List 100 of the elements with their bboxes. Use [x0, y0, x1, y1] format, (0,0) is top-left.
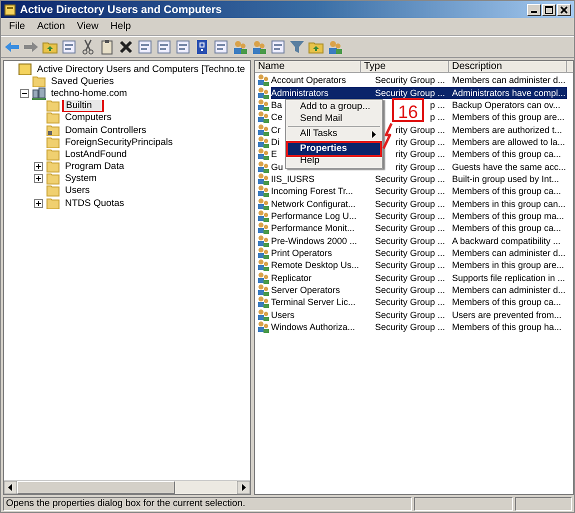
- tree-item[interactable]: LostAndFound: [62, 148, 130, 160]
- type-cell: Security Group ...: [374, 75, 445, 86]
- scroll-left-icon[interactable]: [4, 481, 17, 494]
- name-cell[interactable]: Network Configurat...: [271, 198, 356, 209]
- group-icon: [257, 296, 270, 308]
- tree-item[interactable]: Program Data: [62, 160, 128, 173]
- tree-item[interactable]: techno-home.com: [48, 87, 130, 100]
- name-cell[interactable]: Di: [271, 136, 280, 147]
- tree-item[interactable]: Users: [62, 184, 93, 198]
- name-cell[interactable]: Users: [271, 310, 295, 320]
- menu-item[interactable]: Help: [288, 155, 380, 167]
- expander-icon[interactable]: [34, 174, 43, 184]
- filter-icon[interactable]: [289, 39, 305, 55]
- tree-item[interactable]: ForeignSecurityPrincipals: [62, 136, 176, 148]
- document-icon[interactable]: [270, 39, 286, 55]
- tree-item[interactable]: Saved Queries: [48, 75, 117, 88]
- type-cell: Security Group ...: [374, 297, 445, 308]
- scroll-right-icon[interactable]: [237, 481, 250, 494]
- name-cell[interactable]: Performance Log U...: [271, 210, 357, 221]
- name-cell[interactable]: Incoming Forest Tr...: [271, 186, 354, 196]
- group-icon: [257, 111, 270, 124]
- menu-item[interactable]: Add to a group...: [288, 101, 380, 113]
- description-cell: Administrators have compl...: [449, 86, 567, 99]
- name-cell[interactable]: Performance Monit...: [271, 223, 355, 234]
- name-cell[interactable]: Terminal Server Lic...: [271, 297, 356, 308]
- menu-item[interactable]: All Tasks: [288, 128, 380, 140]
- name-cell[interactable]: Windows Authoriza...: [271, 322, 356, 332]
- group-icon: [257, 284, 270, 296]
- name-cell[interactable]: Account Operators: [271, 75, 346, 86]
- name-cell[interactable]: Server Operators: [271, 285, 340, 296]
- close-button[interactable]: [557, 4, 571, 16]
- type-cell: Security Group ...: [374, 223, 445, 234]
- group-icon: [257, 210, 270, 222]
- group-icon: [257, 136, 270, 148]
- menu-item[interactable]: View: [70, 21, 104, 32]
- type-cell: Security Group ...: [374, 236, 445, 246]
- maximize-icon: [545, 6, 553, 14]
- maximize-button[interactable]: [542, 4, 556, 16]
- app-icon: [4, 4, 16, 16]
- type-cell: rity Group ...: [395, 149, 445, 160]
- description-cell-text: Members are authorized t...: [451, 124, 564, 136]
- document-icon[interactable]: [137, 39, 153, 55]
- type-cell: rity Group ...: [395, 162, 445, 172]
- tree-item[interactable]: Domain Controllers: [62, 124, 150, 136]
- description-cell-text: Members in this group can...: [451, 198, 567, 210]
- column-header[interactable]: Description: [449, 61, 567, 73]
- expander-icon[interactable]: [34, 162, 43, 172]
- tree-item[interactable]: NTDS Quotas: [62, 197, 128, 210]
- column-header[interactable]: Name: [255, 61, 361, 73]
- console-icon: [18, 63, 32, 76]
- back-icon[interactable]: [4, 39, 20, 55]
- menu-item[interactable]: Action: [31, 21, 71, 32]
- tree-item[interactable]: System: [62, 172, 100, 185]
- name-cell[interactable]: IIS_IUSRS: [271, 174, 315, 184]
- folder-icon: [46, 148, 60, 160]
- group-icon: [257, 259, 270, 272]
- scroll-thumb[interactable]: [17, 481, 176, 494]
- name-cell[interactable]: E: [271, 149, 278, 160]
- name-cell[interactable]: Gu: [271, 162, 284, 172]
- forward-icon[interactable]: [23, 39, 39, 55]
- menu-item[interactable]: Help: [104, 21, 137, 32]
- group-icon: [257, 308, 270, 321]
- domain-icon: [32, 87, 46, 100]
- name-cell[interactable]: Remote Desktop Us...: [271, 260, 360, 270]
- description-cell-text: Members of this group ca...: [451, 185, 562, 198]
- name-cell[interactable]: Print Operators: [271, 248, 332, 258]
- description-cell-text: Guests have the same acc...: [451, 160, 567, 173]
- name-cell[interactable]: Cr: [271, 124, 280, 135]
- menu-item[interactable]: Send Mail: [288, 113, 380, 125]
- name-cell[interactable]: Ce: [271, 112, 283, 122]
- minimize-button[interactable]: [527, 4, 541, 16]
- tree-item[interactable]: Active Directory Users and Computers [Techno.te: [34, 63, 248, 76]
- expander-icon[interactable]: [20, 88, 29, 98]
- name-cell[interactable]: Pre-Windows 2000 ...: [271, 236, 358, 246]
- type-cell: Security Group ...: [374, 210, 445, 221]
- horizontal-scrollbar[interactable]: [4, 480, 250, 494]
- name-cell[interactable]: Ba: [271, 100, 282, 110]
- menu-item[interactable]: File: [3, 21, 32, 32]
- description-cell-text: Members of this group are...: [451, 111, 566, 124]
- type-cell: Security Group ...: [374, 310, 445, 320]
- group-icon: [257, 185, 270, 198]
- folder-icon: [46, 124, 60, 136]
- expander-icon[interactable]: [34, 198, 43, 208]
- description-cell-text: Members of this group ca...: [451, 148, 562, 160]
- tree-item[interactable]: Computers: [62, 112, 114, 124]
- scissors-icon[interactable]: [80, 39, 96, 55]
- tree-item[interactable]: Builtin: [62, 100, 104, 112]
- step-callout: 16: [392, 98, 424, 122]
- description-cell-text: Built-in group used by Int...: [451, 172, 560, 185]
- name-cell[interactable]: Replicator: [271, 272, 312, 283]
- description-cell-text: Members can administer d...: [451, 246, 567, 259]
- folder-icon: [46, 172, 60, 185]
- group-icon[interactable]: [327, 39, 343, 55]
- menu-item[interactable]: Properties: [288, 143, 380, 155]
- type-cell: Security Group ...: [374, 248, 445, 258]
- type-cell: rity Group ...: [395, 136, 445, 147]
- column-header[interactable]: Type: [361, 61, 449, 73]
- delete-icon[interactable]: [118, 39, 134, 55]
- clipboard-icon[interactable]: [99, 39, 115, 55]
- description-cell-text: Backup Operators can ov...: [451, 98, 562, 111]
